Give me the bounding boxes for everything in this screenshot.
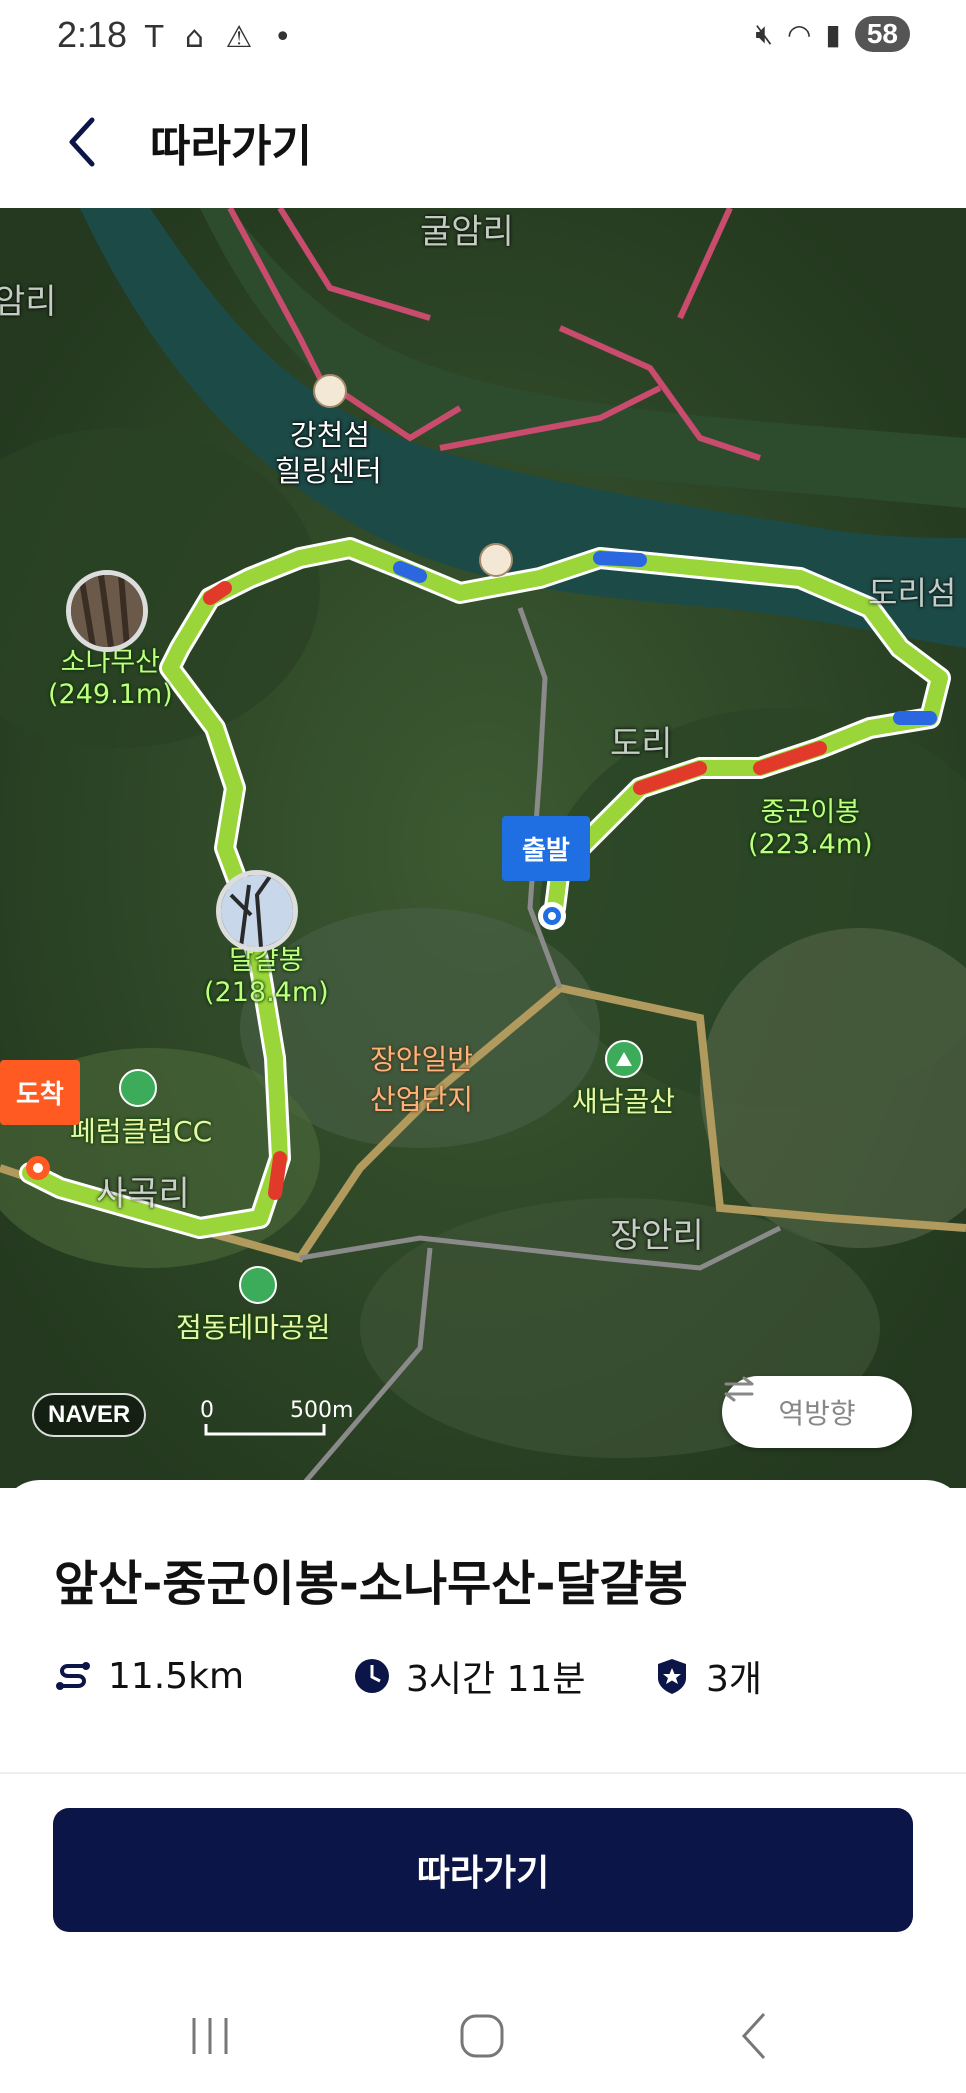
map-label-village: 암리	[0, 282, 57, 322]
course-stats: 11.5km 3시간 11분 3개	[54, 1650, 762, 1702]
start-marker[interactable]: 출발	[502, 816, 590, 881]
map-label-village: 사곡리	[96, 1174, 190, 1214]
map-view[interactable]: 굴암리 암리 강천섬 힐링센터 도리섬 도리 소나무산 (249.1m) 중군이…	[0, 208, 966, 1488]
course-title: 앞산-중군이봉-소나무산-달걀봉	[54, 1556, 688, 1612]
reverse-direction-button[interactable]: 역방향	[722, 1376, 912, 1448]
distance-stat: 11.5km	[54, 1656, 352, 1697]
status-bar: 2:18 T ⌂ ⚠ • 🔇︎ ◠ ▮ 58	[0, 0, 966, 76]
naver-logo: NAVER	[32, 1393, 147, 1437]
peaks-value: 3개	[706, 1659, 763, 1700]
system-back-button[interactable]	[724, 2008, 784, 2064]
mute-icon: 🔇︎	[755, 17, 773, 50]
scale-bar-icon	[204, 1424, 326, 1436]
map-label-area: 장안일반 산업단지	[370, 1043, 474, 1116]
map-label-village: 도리	[610, 724, 673, 764]
app-header: 따라가기	[0, 76, 966, 208]
status-time: 2:18	[57, 14, 128, 55]
battery-indicator: 58	[854, 16, 910, 52]
signal-icon: ▮	[825, 17, 841, 51]
photo-marker[interactable]	[216, 870, 298, 952]
status-right-icons: 🔇︎ ◠ ▮ 58	[755, 16, 910, 52]
system-nav-bar	[0, 1980, 966, 2093]
reverse-label: 역방향	[778, 1397, 856, 1430]
map-label-village: 장안리	[610, 1216, 704, 1256]
route-icon	[56, 1662, 90, 1690]
distance-value: 11.5km	[108, 1655, 245, 1697]
recent-apps-icon	[192, 2018, 228, 2054]
tree-photo-icon	[71, 575, 143, 647]
duration-stat: 3시간 11분	[352, 1650, 652, 1702]
map-scale: 0 500m	[200, 1398, 353, 1436]
follow-button[interactable]: 따라가기	[53, 1808, 913, 1932]
map-label-peak: 중군이봉 (223.4m)	[748, 797, 873, 860]
map-label-poi: 힐링센터	[275, 454, 382, 488]
swap-arrows-icon	[724, 1376, 754, 1402]
map-label-poi: 새남골산	[572, 1085, 676, 1118]
map-label-poi: 페럼클럽CC	[70, 1115, 213, 1148]
back-button[interactable]	[58, 114, 114, 170]
wifi-icon: ◠	[786, 17, 812, 51]
map-label-village: 굴암리	[420, 212, 514, 252]
photo-marker[interactable]	[66, 570, 148, 652]
map-label-island: 도리섬	[868, 574, 957, 612]
map-label-poi: 점동테마공원	[176, 1311, 331, 1344]
page-title: 따라가기	[150, 121, 312, 172]
end-marker[interactable]: 도착	[0, 1060, 80, 1125]
back-chevron-icon	[741, 2012, 766, 2060]
scale-zero: 0	[200, 1398, 214, 1423]
divider	[0, 1772, 966, 1774]
tree-photo-icon	[221, 875, 293, 947]
clock-icon	[355, 1659, 389, 1693]
recent-apps-button[interactable]	[180, 2008, 240, 2064]
duration-value: 3시간 11분	[406, 1659, 586, 1700]
home-button[interactable]	[452, 2008, 512, 2064]
back-arrow-icon	[69, 117, 95, 167]
badge-icon	[658, 1659, 686, 1694]
peaks-stat: 3개	[652, 1650, 762, 1702]
scale-distance: 500m	[290, 1398, 354, 1423]
home-icon	[460, 2014, 504, 2058]
notification-icons: T ⌂ ⚠ •	[145, 20, 298, 55]
